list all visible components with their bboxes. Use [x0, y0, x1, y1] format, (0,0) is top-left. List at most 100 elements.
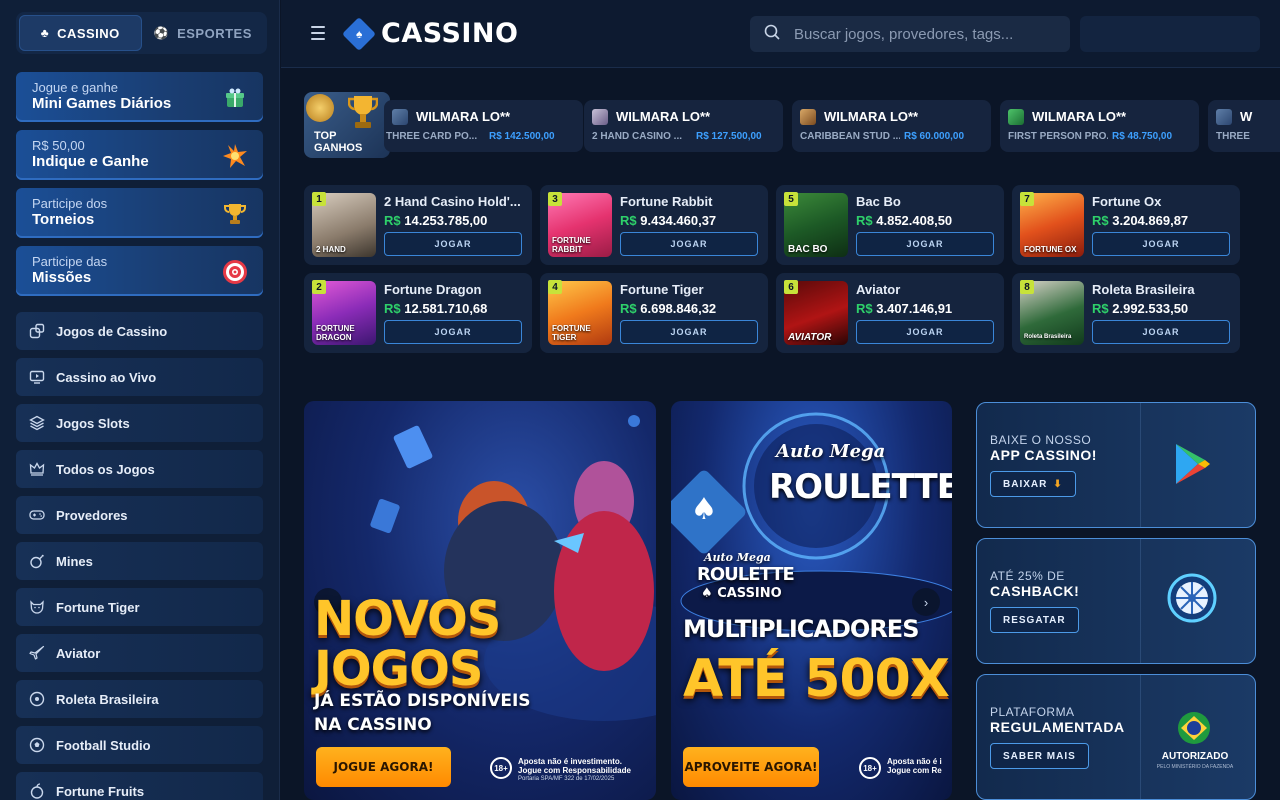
- play-button[interactable]: JOGAR: [1092, 320, 1230, 344]
- promo-card-line-1: PLATAFORMA: [990, 705, 1075, 719]
- baixar-button[interactable]: BAIXAR ⬇: [990, 471, 1076, 497]
- sidebar-item-todos-os-jogos[interactable]: Todos os Jogos: [16, 450, 263, 488]
- play-button[interactable]: JOGAR: [620, 320, 758, 344]
- banner-subtitle-1: JÁ ESTÃO DISPONÍVEIS: [314, 691, 531, 711]
- game-card[interactable]: 2 FORTUNE DRAGON Fortune Dragon R$ 12.58…: [304, 273, 532, 353]
- winner-card[interactable]: WILMARA LO** THREE CARD PO... R$ 142.500…: [384, 100, 583, 152]
- sidebar-item-label: Roleta Brasileira: [56, 691, 159, 707]
- fruit-icon: [28, 782, 46, 800]
- search-bar[interactable]: [750, 16, 1070, 52]
- winner-name: WILMARA LO**: [824, 109, 919, 124]
- game-card[interactable]: 5 BAC BO Bac Bo R$ 4.852.408,50 JOGAR: [776, 185, 1004, 265]
- winner-card[interactable]: WILMARA LO** 2 HAND CASINO ... R$ 127.50…: [584, 100, 783, 152]
- sidebar-item-roleta-brasileira[interactable]: Roleta Brasileira: [16, 680, 263, 718]
- thumb-label: FORTUNE OX: [1024, 245, 1077, 254]
- sidebar-item-football-studio[interactable]: Football Studio: [16, 726, 263, 764]
- responsible-gaming-disclaimer: Aposta não é i Jogue com Re: [887, 757, 942, 775]
- promo-card-line-2: CASHBACK!: [990, 583, 1080, 599]
- winner-card[interactable]: WILMARA LO** CARIBBEAN STUD ... R$ 60.00…: [792, 100, 991, 152]
- winner-card[interactable]: W THREE: [1208, 100, 1280, 152]
- tab-esportes[interactable]: ⚽ ESPORTES: [142, 15, 265, 51]
- game-card[interactable]: 1 2 HAND 2 Hand Casino Hold'... R$ 14.25…: [304, 185, 532, 265]
- banner-subtitle: MULTIPLICADORES: [683, 615, 919, 643]
- promo-card-line-2: REGULAMENTADA: [990, 719, 1125, 735]
- game-name: Fortune Dragon: [384, 282, 482, 297]
- winner-name: WILMARA LO**: [616, 109, 711, 124]
- game-card[interactable]: 3 FORTUNE RABBIT Fortune Rabbit R$ 9.434…: [540, 185, 768, 265]
- thumb-label: AVIATOR: [788, 332, 832, 343]
- top-header: ♠ CASSINO: [281, 0, 1280, 68]
- sidebar-item-mines[interactable]: Mines: [16, 542, 263, 580]
- game-card[interactable]: 4 FORTUNE TIGER Fortune Tiger R$ 6.698.8…: [540, 273, 768, 353]
- winner-name: WILMARA LO**: [1032, 109, 1127, 124]
- play-button[interactable]: JOGAR: [384, 320, 522, 344]
- promo-mini-games[interactable]: Jogue e ganhe Mini Games Diários: [16, 72, 263, 122]
- jackpot-value: 4.852.408,50: [876, 213, 953, 228]
- promo-indique[interactable]: R$ 50,00 Indique e Ganhe: [16, 130, 263, 180]
- currency: R$: [856, 301, 873, 316]
- currency: R$: [384, 301, 401, 316]
- jackpot-value: 3.204.869,87: [1112, 213, 1189, 228]
- download-icon: ⬇: [1053, 478, 1063, 490]
- top-ganhos-card[interactable]: TOP GANHOS: [304, 92, 390, 158]
- promo-card-app[interactable]: BAIXE O NOSSO APP CASSINO! BAIXAR ⬇: [976, 402, 1256, 528]
- sidebar-item-provedores[interactable]: Provedores: [16, 496, 263, 534]
- sidebar-item-aviator[interactable]: Aviator: [16, 634, 263, 672]
- sidebar-item-cassino-ao-vivo[interactable]: Cassino ao Vivo: [16, 358, 263, 396]
- winner-amount: R$ 48.750,00: [1112, 131, 1173, 142]
- game-name: Aviator: [856, 282, 901, 297]
- currency: R$: [620, 213, 637, 228]
- thumb-label: FORTUNE RABBIT: [552, 236, 591, 254]
- game-card[interactable]: 6 AVIATOR Aviator R$ 3.407.146,91 JOGAR: [776, 273, 1004, 353]
- sidebar-item-label: Aviator: [56, 645, 101, 661]
- user-area[interactable]: [1080, 16, 1260, 52]
- resgatar-button[interactable]: RESGATAR: [990, 607, 1079, 633]
- promo-torneios[interactable]: Participe dos Torneios: [16, 188, 263, 238]
- search-input[interactable]: [794, 25, 1044, 43]
- game-thumb: [392, 109, 408, 125]
- roulette-headline-2: ROULETTE: [769, 467, 952, 507]
- promo-card-regulamentada[interactable]: PLATAFORMA REGULAMENTADA SABER MAIS AUTO…: [976, 674, 1256, 800]
- aproveite-agora-button[interactable]: APROVEITE AGORA!: [683, 747, 819, 787]
- burst-icon: [221, 142, 249, 170]
- site-logo[interactable]: ♠ CASSINO: [342, 16, 519, 51]
- sidebar-item-label: Todos os Jogos: [56, 461, 155, 477]
- currency: R$: [1092, 213, 1109, 228]
- play-button[interactable]: JOGAR: [384, 232, 522, 256]
- authorized-badge: AUTORIZADO: [1161, 751, 1229, 762]
- jackpot-value: 6.698.846,32: [640, 301, 717, 316]
- top-ganhos-line-1: TOP: [314, 130, 337, 142]
- sidebar-item-label: Jogos de Cassino: [56, 323, 168, 339]
- button-label: SABER MAIS: [1003, 750, 1076, 762]
- rank-badge: 8: [1020, 280, 1034, 294]
- game-jackpot: R$ 12.581.710,68: [384, 301, 487, 316]
- thumb-label: 2 HAND: [316, 245, 346, 254]
- sidebar-item-jogos-de-cassino[interactable]: Jogos de Cassino: [16, 312, 263, 350]
- game-card[interactable]: 7 FORTUNE OX Fortune Ox R$ 3.204.869,87 …: [1012, 185, 1240, 265]
- saber-mais-button[interactable]: SABER MAIS: [990, 743, 1089, 769]
- promo-card-cashback[interactable]: ATÉ 25% DE CASHBACK! RESGATAR: [976, 538, 1256, 664]
- rank-badge: 5: [784, 192, 798, 206]
- play-button[interactable]: JOGAR: [856, 320, 994, 344]
- play-button[interactable]: JOGAR: [1092, 232, 1230, 256]
- promo-banner-auto-mega-roulette[interactable]: ♠ › Auto Mega ROULETTE Auto Mega ROULETT…: [671, 401, 952, 800]
- game-thumb: [800, 109, 816, 125]
- carousel-next-button[interactable]: ›: [912, 588, 940, 616]
- sidebar-item-fortune-tiger[interactable]: Fortune Tiger: [16, 588, 263, 626]
- menu-icon[interactable]: [311, 26, 325, 40]
- promo-banner-novos-jogos[interactable]: ‹ NOVOS JOGOS JÁ ESTÃO DISPONÍVEIS NA CA…: [304, 401, 656, 800]
- sidebar-item-fortune-fruits[interactable]: Fortune Fruits: [16, 772, 263, 800]
- promo-missoes[interactable]: Participe das Missões: [16, 246, 263, 296]
- tab-casino[interactable]: ♣ CASSINO: [19, 15, 142, 51]
- currency: R$: [620, 301, 637, 316]
- sidebar-item-label: Cassino ao Vivo: [56, 369, 157, 385]
- game-card[interactable]: 8 Roleta Brasileira Roleta Brasileira R$…: [1012, 273, 1240, 353]
- rank-badge: 3: [548, 192, 562, 206]
- play-button[interactable]: JOGAR: [856, 232, 994, 256]
- play-button[interactable]: JOGAR: [620, 232, 758, 256]
- jogue-agora-button[interactable]: JOGUE AGORA!: [316, 747, 451, 787]
- game-name: Bac Bo: [856, 194, 901, 209]
- sidebar-item-jogos-slots[interactable]: Jogos Slots: [16, 404, 263, 442]
- winner-card[interactable]: WILMARA LO** FIRST PERSON PRO... R$ 48.7…: [1000, 100, 1199, 152]
- authorized-badge-sub: PELO MINISTÉRIO DA FAZENDA: [1156, 764, 1234, 770]
